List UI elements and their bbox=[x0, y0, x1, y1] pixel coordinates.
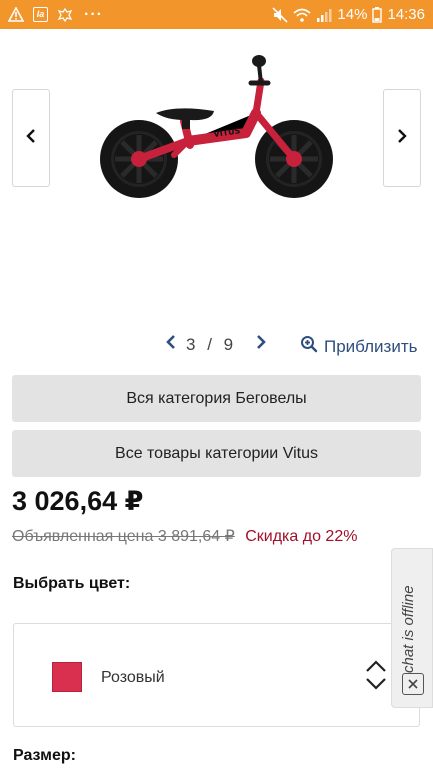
chat-status: chat is offline bbox=[400, 585, 417, 673]
wifi-icon bbox=[293, 8, 311, 22]
select-arrows-icon bbox=[364, 659, 388, 696]
pager-prev-button[interactable] bbox=[162, 334, 180, 354]
gallery-next-button[interactable] bbox=[383, 89, 421, 187]
category-all-button[interactable]: Вся категория Беговелы bbox=[12, 375, 421, 422]
chevron-left-icon bbox=[165, 334, 177, 355]
color-select-value: Розовый bbox=[101, 669, 165, 686]
status-bar: la ··· 14% 14:36 bbox=[0, 0, 433, 29]
chevron-right-icon bbox=[396, 128, 408, 149]
pager-next-button[interactable] bbox=[252, 334, 270, 354]
product-gallery: VITUS bbox=[0, 29, 433, 319]
battery-percent: 14% bbox=[337, 6, 368, 23]
size-label: Размер: bbox=[13, 747, 76, 764]
color-swatch bbox=[52, 662, 82, 692]
chevron-left-icon bbox=[25, 128, 37, 149]
chat-widget[interactable]: chat is offline bbox=[391, 548, 433, 708]
zoom-button[interactable]: Приблизить bbox=[300, 335, 418, 358]
gallery-prev-button[interactable] bbox=[12, 89, 50, 187]
battery-icon bbox=[372, 6, 383, 23]
more-notifications-icon: ··· bbox=[84, 5, 103, 23]
chevron-right-icon bbox=[255, 334, 267, 355]
color-select[interactable]: Розовый bbox=[13, 623, 420, 727]
clock: 14:36 bbox=[387, 6, 425, 23]
old-price: Объявленная цена 3 891,64 ₽ bbox=[12, 528, 235, 545]
price-info: Объявленная цена 3 891,64 ₽ Скидка до 22… bbox=[12, 526, 357, 546]
pager-current: 3 bbox=[186, 335, 196, 354]
product-image: VITUS bbox=[100, 55, 333, 198]
warning-icon bbox=[8, 7, 24, 23]
mute-icon bbox=[272, 6, 288, 23]
gallery-pager: 3 / 9 Приблизить bbox=[0, 330, 433, 360]
chat-close-icon[interactable] bbox=[402, 673, 424, 695]
pager-total: 9 bbox=[223, 335, 234, 354]
category-brand-button[interactable]: Все товары категории Vitus bbox=[12, 430, 421, 477]
pager-counter: 3 / 9 bbox=[186, 335, 233, 355]
pager-separator: / bbox=[207, 335, 212, 354]
app-notification-icon: la bbox=[33, 7, 48, 22]
color-label: Выбрать цвет: bbox=[13, 575, 131, 592]
signal-icon bbox=[316, 8, 332, 22]
zoom-label: Приблизить bbox=[324, 336, 418, 356]
current-price: 3 026,64 ₽ bbox=[12, 486, 144, 516]
discount-label: Скидка до 22% bbox=[245, 528, 358, 545]
emblem-icon bbox=[57, 7, 73, 23]
zoom-in-icon bbox=[300, 335, 318, 358]
